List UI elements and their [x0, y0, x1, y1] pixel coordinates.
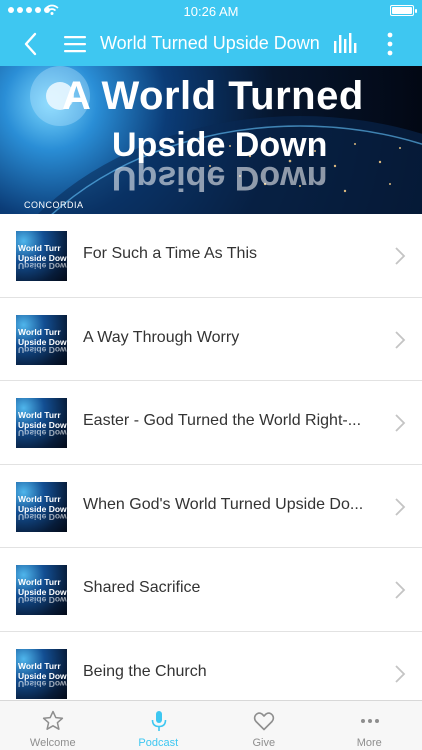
- tab-label: Give: [252, 737, 276, 749]
- episode-title: Shared Sacrifice: [83, 579, 201, 596]
- list-item[interactable]: World Turr Upside Dow Upside Dow Easter …: [0, 381, 422, 465]
- episode-title: Easter - God Turned the World Right-...: [83, 412, 362, 429]
- thumbnail-text: World Turr: [18, 493, 61, 504]
- episode-title: When God's World Turned Upside Do...: [83, 495, 364, 513]
- audio-bars-icon[interactable]: [332, 31, 358, 55]
- tab-welcome[interactable]: Welcome: [0, 701, 106, 750]
- thumbnail-text-reflection: Upside Dow: [18, 511, 67, 522]
- thumbnail-text: World Turr: [18, 577, 61, 587]
- chevron-right-icon: [395, 414, 406, 432]
- thumbnail-text-reflection: Upside Dow: [18, 595, 67, 605]
- episode-title: For Such a Time As This: [83, 245, 257, 262]
- tab-podcast[interactable]: Podcast: [106, 701, 212, 750]
- banner-title-line1: A World Turned: [62, 74, 364, 118]
- chevron-right-icon: [395, 497, 406, 516]
- chevron-right-icon: [395, 664, 406, 683]
- kebab-menu-icon[interactable]: [378, 29, 402, 59]
- status-bar: 10:26 AM: [0, 0, 422, 22]
- series-banner: A World Turned Upside Down Upside Down C…: [0, 66, 422, 214]
- microphone-icon: [151, 711, 166, 731]
- status-time: 10:26 AM: [183, 4, 239, 19]
- thumbnail-text-reflection: Upside Dow: [18, 678, 67, 689]
- hamburger-menu-icon[interactable]: [62, 32, 88, 56]
- top-bar: 10:26 AM World Turned Upside Down: [0, 0, 422, 66]
- battery-icon: [390, 5, 417, 16]
- thumbnail-text: World Turr: [18, 660, 61, 671]
- episode-title: A Way Through Worry: [83, 328, 240, 346]
- episode-thumbnail: World Turr Upside Dow Upside Dow: [16, 481, 67, 532]
- tab-more[interactable]: More: [317, 701, 422, 750]
- episode-thumbnail: World Turr Upside Dow Upside Dow: [16, 231, 67, 281]
- more-dots-icon: [360, 719, 379, 723]
- list-item[interactable]: World Turr Upside Dow Upside Dow Shared …: [0, 548, 422, 632]
- list-item[interactable]: World Turr Upside Dow Upside Dow When Go…: [0, 464, 422, 548]
- chevron-right-icon: [395, 330, 406, 349]
- tab-label: Welcome: [29, 737, 76, 749]
- chevron-right-icon: [395, 581, 406, 599]
- tab-label: More: [356, 737, 382, 749]
- thumbnail-text: World Turr: [18, 410, 61, 420]
- chevron-right-icon: [395, 247, 406, 265]
- star-icon: [42, 710, 64, 730]
- heart-icon: [253, 712, 275, 731]
- episode-list: World Turr Upside Dow Upside Dow For Suc…: [0, 214, 422, 715]
- tab-give[interactable]: Give: [211, 701, 317, 750]
- episode-thumbnail: World Turr Upside Dow Upside Dow: [16, 314, 67, 365]
- thumbnail-text: World Turr: [18, 243, 61, 253]
- list-item[interactable]: World Turr Upside Dow Upside Dow A Way T…: [0, 297, 422, 381]
- episode-thumbnail: World Turr Upside Dow Upside Dow: [16, 398, 67, 448]
- tab-bar: Welcome Podcast Give More: [0, 700, 422, 750]
- banner-title-reflection: Upside Down: [112, 159, 328, 197]
- episode-title: Being the Church: [83, 662, 207, 680]
- thumbnail-text-reflection: Upside Dow: [18, 344, 67, 355]
- thumbnail-text-reflection: Upside Dow: [18, 261, 67, 271]
- tab-label: Podcast: [138, 737, 179, 749]
- page-title: World Turned Upside Down: [100, 33, 320, 53]
- list-item[interactable]: World Turr Upside Dow Upside Dow For Suc…: [0, 214, 422, 298]
- thumbnail-text-reflection: Upside Dow: [18, 428, 67, 438]
- back-chevron-icon[interactable]: [18, 31, 44, 57]
- nav-bar: World Turned Upside Down: [0, 22, 422, 66]
- episode-thumbnail: World Turr Upside Dow Upside Dow: [16, 565, 67, 615]
- episode-thumbnail: World Turr Upside Dow Upside Dow: [16, 648, 67, 699]
- church-logo: CONCORDIA: [24, 200, 84, 210]
- thumbnail-text: World Turr: [18, 326, 61, 337]
